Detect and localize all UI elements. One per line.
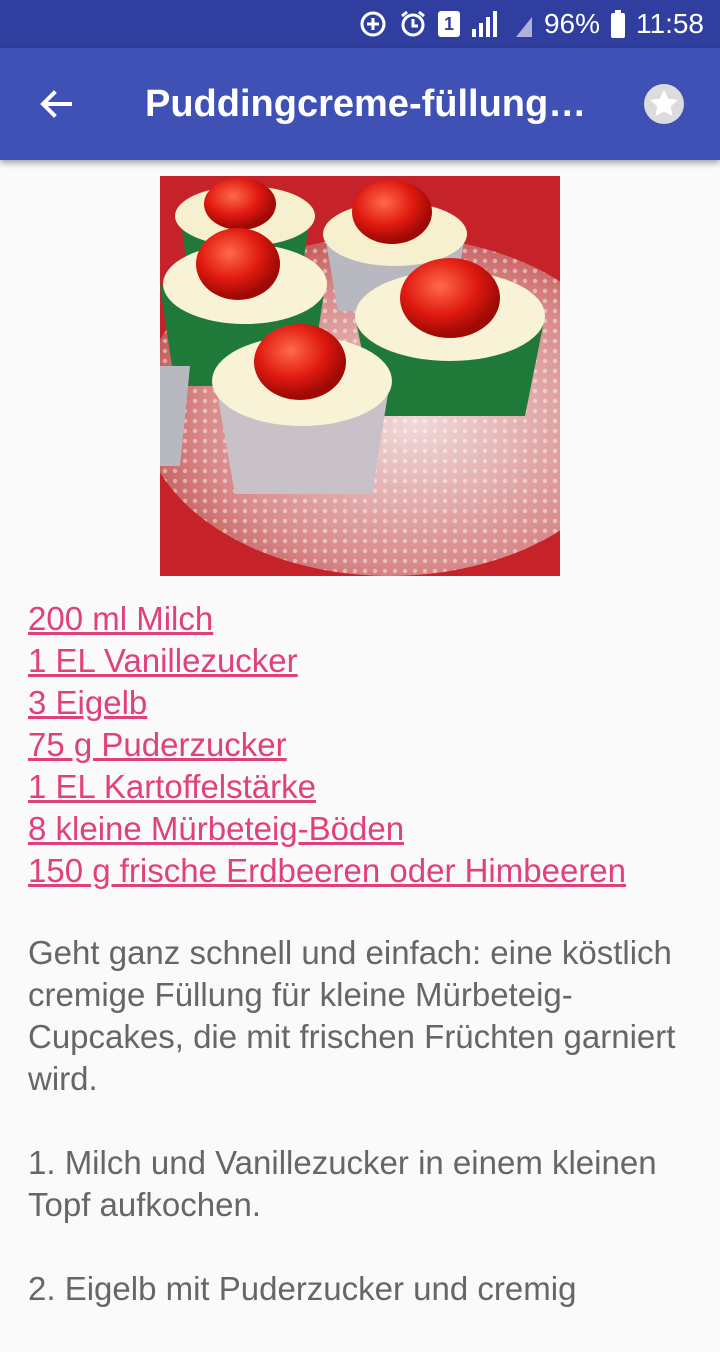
app-bar: Puddingcreme-füllung…	[0, 48, 720, 160]
recipe-photo	[160, 176, 560, 576]
intro-text: Geht ganz schnell und einfach: eine köst…	[28, 934, 676, 1097]
battery-icon	[610, 9, 626, 39]
ingredient-link[interactable]: 3 Eigelb	[28, 682, 708, 724]
favorite-button[interactable]	[640, 80, 688, 128]
ingredient-link[interactable]: 150 g frische Erdbeeren oder Himbeeren	[28, 850, 708, 892]
ingredient-link[interactable]: 1 EL Vanillezucker	[28, 640, 708, 682]
sim-icon: 1	[437, 11, 460, 37]
step-text: 2. Eigelb mit Puderzucker und cremig	[28, 1270, 577, 1307]
status-bar: 1 96% 11:58	[0, 0, 720, 48]
data-saver-icon	[358, 9, 388, 39]
arrow-left-icon	[40, 90, 72, 118]
page-title: Puddingcreme-füllung…	[145, 83, 585, 125]
back-button[interactable]	[28, 76, 84, 132]
clock: 11:58	[636, 8, 704, 39]
alarm-icon	[398, 9, 428, 39]
step-text: 1. Milch und Vanillezucker in einem klei…	[28, 1144, 657, 1223]
battery-percent: 96%	[543, 8, 600, 39]
ingredient-link[interactable]: 75 g Puderzucker	[28, 724, 708, 766]
signal-icon	[514, 9, 534, 39]
star-icon	[644, 84, 684, 124]
recipe-description: Geht ganz schnell und einfach: eine köst…	[28, 932, 698, 1352]
signal-icon	[470, 9, 504, 39]
ingredient-link[interactable]: 8 kleine Mürbeteig-Böden	[28, 808, 708, 850]
ingredient-link[interactable]: 200 ml Milch	[28, 598, 708, 640]
ingredients-list: 200 ml Milch 1 EL Vanillezucker 3 Eigelb…	[28, 598, 708, 892]
ingredient-link[interactable]: 1 EL Kartoffelstärke	[28, 766, 708, 808]
